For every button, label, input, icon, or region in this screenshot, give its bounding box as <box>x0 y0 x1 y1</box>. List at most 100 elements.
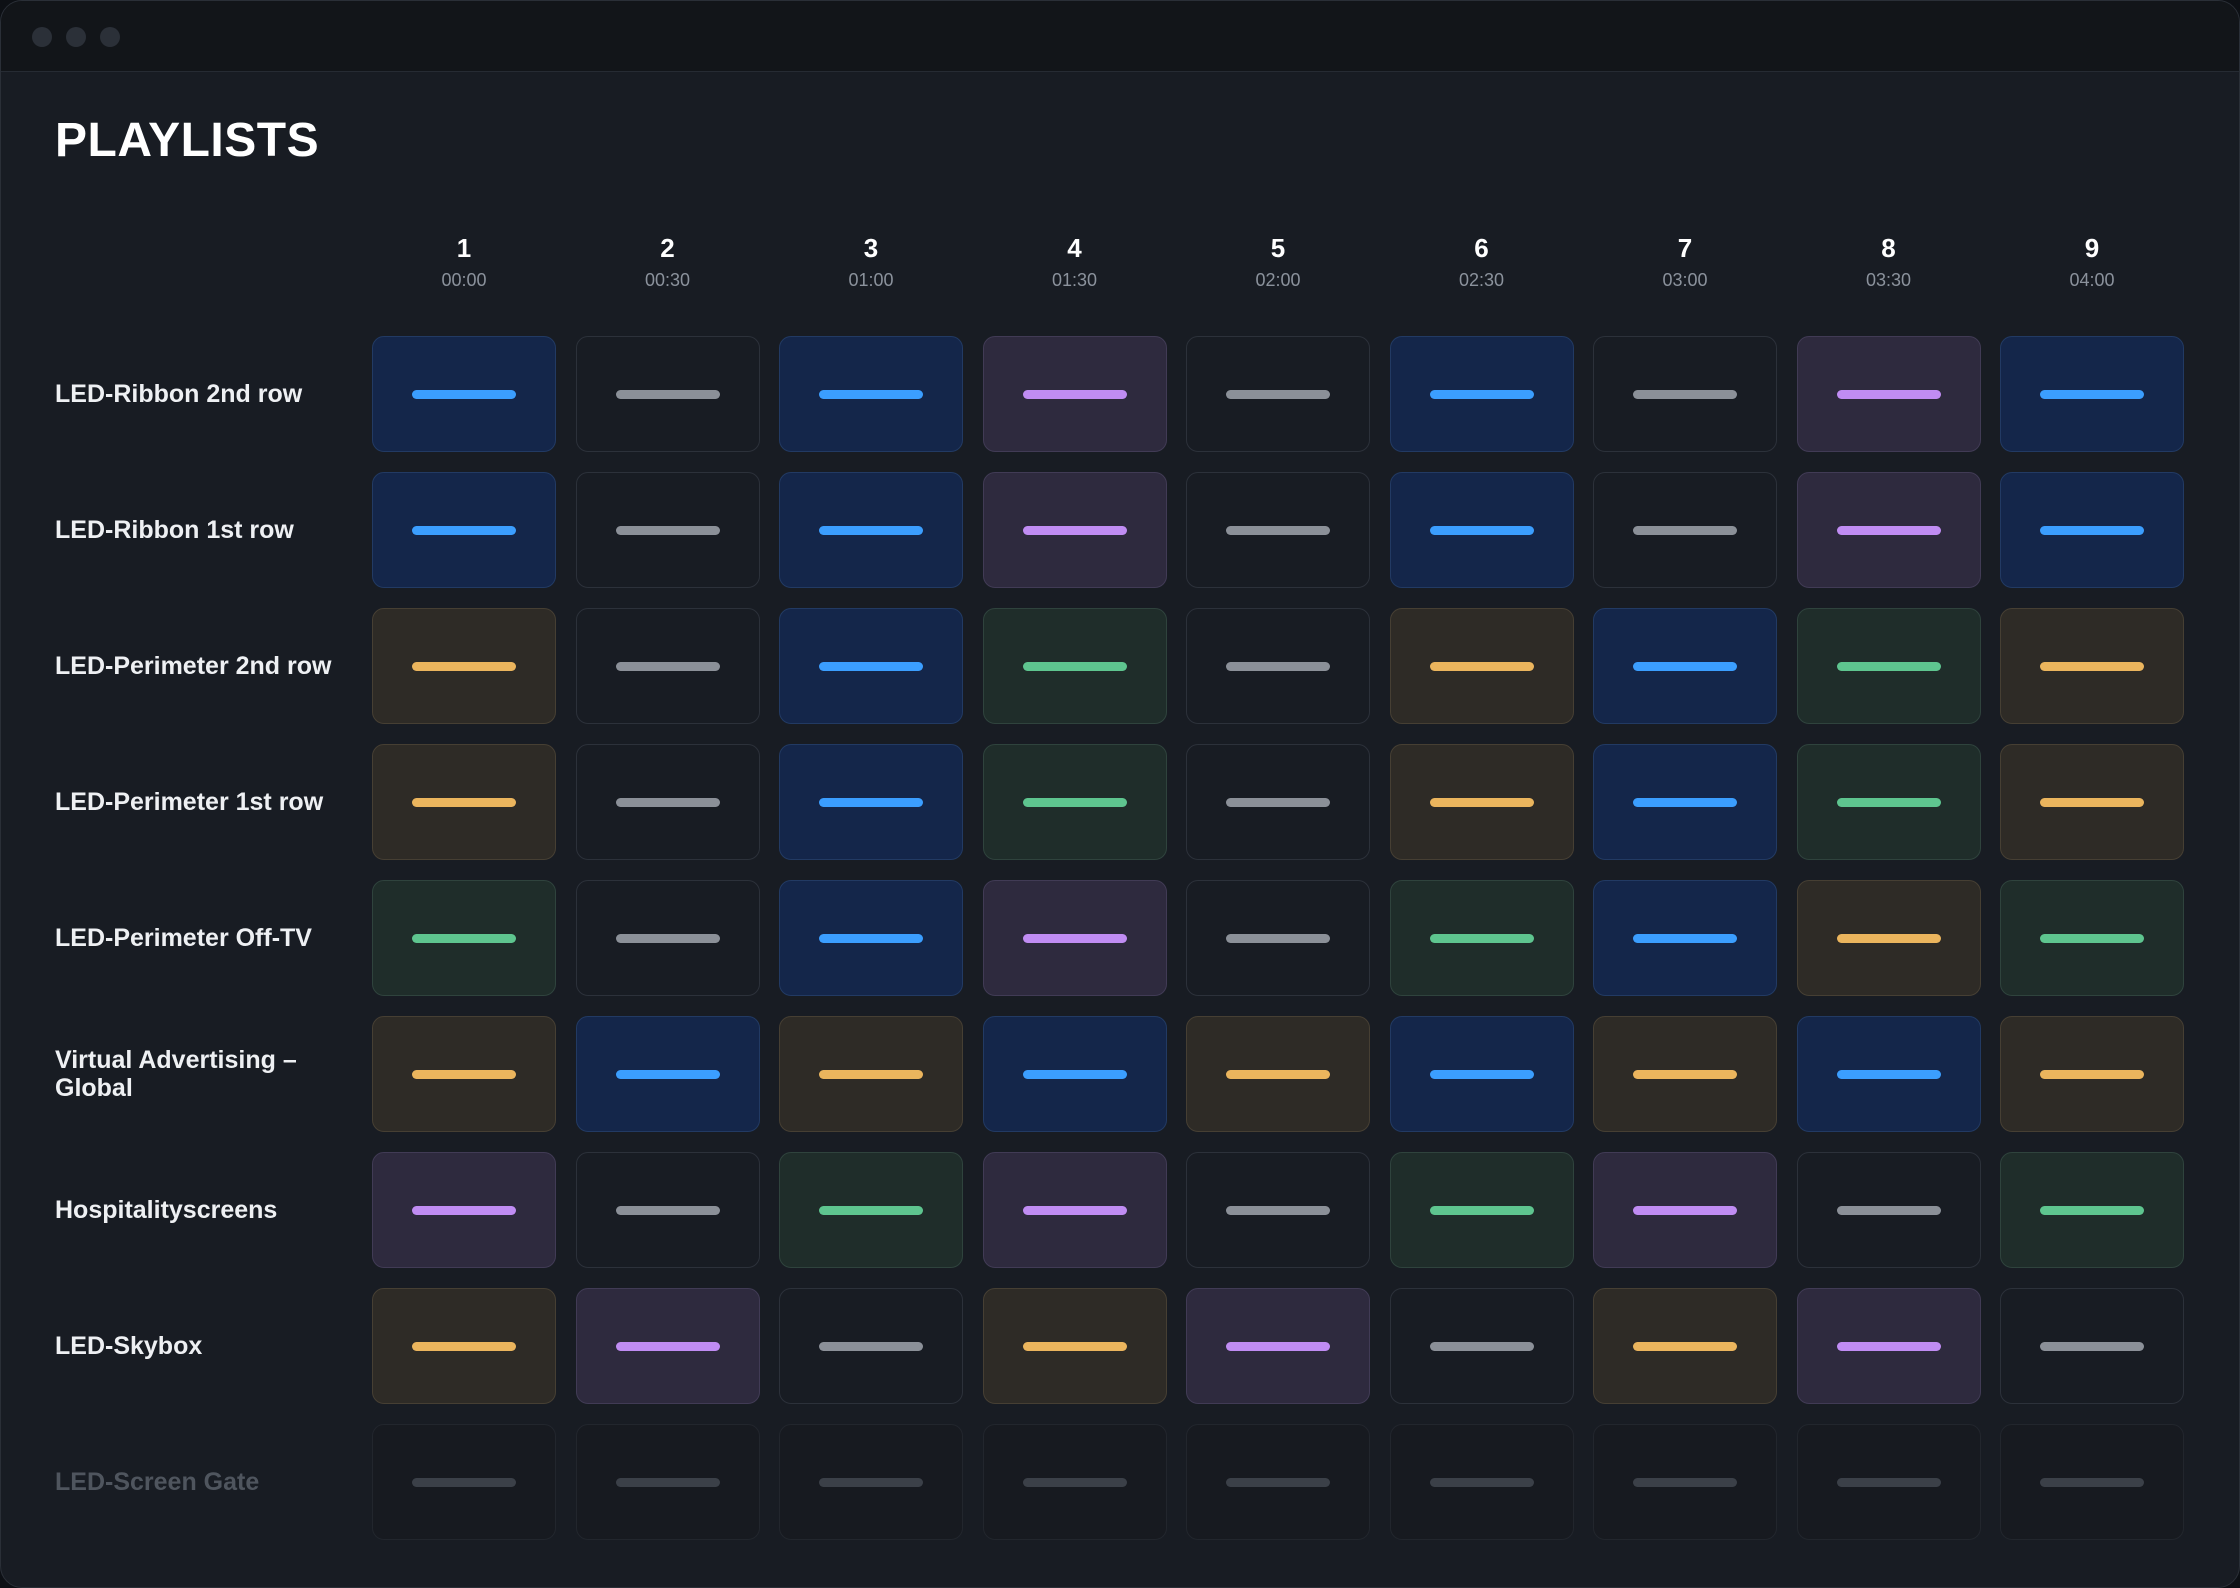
playlist-slot[interactable] <box>2000 1424 2184 1540</box>
playlist-slot[interactable] <box>1389 1016 1574 1132</box>
slot-indicator-bar <box>819 797 923 807</box>
playlist-slot[interactable] <box>982 1288 1167 1404</box>
zoom-window-dot[interactable] <box>100 27 120 47</box>
playlist-slot[interactable] <box>575 1016 760 1132</box>
slot-indicator-bar <box>1429 525 1534 535</box>
playlist-slot[interactable] <box>1593 472 1777 588</box>
playlist-slot[interactable] <box>779 1152 963 1268</box>
playlist-slot[interactable] <box>982 1016 1167 1132</box>
playlist-slot[interactable] <box>779 744 963 860</box>
playlist-slot[interactable] <box>575 1288 760 1404</box>
slot-indicator-bar <box>1022 389 1127 399</box>
playlist-slot[interactable] <box>982 608 1167 724</box>
playlist-slot[interactable] <box>1389 472 1574 588</box>
slot-indicator-bar <box>1633 1341 1737 1351</box>
playlist-slot[interactable] <box>1796 1288 1981 1404</box>
playlist-slot[interactable] <box>1593 336 1777 452</box>
playlist-slot[interactable] <box>1796 472 1981 588</box>
playlist-slot[interactable] <box>575 880 760 996</box>
slot-indicator-bar <box>412 389 516 399</box>
playlist-slot[interactable] <box>779 880 963 996</box>
playlist-slot[interactable] <box>779 608 963 724</box>
playlist-slot[interactable] <box>1186 1424 1370 1540</box>
playlist-slot[interactable] <box>1186 1016 1370 1132</box>
slot-indicator-bar <box>615 1069 720 1079</box>
playlist-slot[interactable] <box>2000 1288 2184 1404</box>
playlist-slot[interactable] <box>2000 1152 2184 1268</box>
column-number: 6 <box>1474 233 1489 263</box>
playlist-slot[interactable] <box>1389 1288 1574 1404</box>
playlist-slot[interactable] <box>779 472 963 588</box>
playlist-slot[interactable] <box>1593 1016 1777 1132</box>
playlist-slot[interactable] <box>372 1288 556 1404</box>
playlist-slot[interactable] <box>575 336 760 452</box>
playlist-slot[interactable] <box>982 336 1167 452</box>
playlist-slot[interactable] <box>372 744 556 860</box>
playlist-slot[interactable] <box>2000 744 2184 860</box>
playlist-slot[interactable] <box>1186 880 1370 996</box>
playlist-slot[interactable] <box>2000 336 2184 452</box>
playlist-slot[interactable] <box>779 336 963 452</box>
row-label: LED-Skybox <box>55 1332 203 1360</box>
playlist-slot[interactable] <box>1593 1152 1777 1268</box>
playlist-slot[interactable] <box>372 880 556 996</box>
slot-indicator-bar <box>1836 389 1941 399</box>
playlist-slot[interactable] <box>372 336 556 452</box>
slot-indicator-bar <box>2040 1069 2144 1079</box>
slot-indicator-bar <box>1022 525 1127 535</box>
playlist-slot[interactable] <box>1186 1288 1370 1404</box>
playlist-slot[interactable] <box>575 472 760 588</box>
playlist-slot[interactable] <box>1186 472 1370 588</box>
playlist-slot[interactable] <box>1593 1424 1777 1540</box>
playlist-slot[interactable] <box>1389 608 1574 724</box>
playlist-slot[interactable] <box>1389 880 1574 996</box>
column-header: 1 00:00 <box>371 233 557 291</box>
playlist-slot[interactable] <box>1593 608 1777 724</box>
playlist-slot[interactable] <box>1389 744 1574 860</box>
playlist-slot[interactable] <box>982 880 1167 996</box>
column-time: 03:00 <box>1662 270 1708 290</box>
slot-indicator-bar <box>1633 1205 1737 1215</box>
playlist-slot[interactable] <box>2000 1016 2184 1132</box>
playlist-slot[interactable] <box>779 1424 963 1540</box>
playlist-slot[interactable] <box>1796 608 1981 724</box>
playlist-slot[interactable] <box>372 1152 556 1268</box>
playlist-slot[interactable] <box>779 1016 963 1132</box>
playlist-slot[interactable] <box>1186 1152 1370 1268</box>
playlist-slot[interactable] <box>982 744 1167 860</box>
playlist-slot[interactable] <box>372 1016 556 1132</box>
playlist-slot[interactable] <box>1593 1288 1777 1404</box>
playlist-slot[interactable] <box>982 472 1167 588</box>
minimize-window-dot[interactable] <box>66 27 86 47</box>
slot-indicator-bar <box>412 1205 516 1215</box>
playlist-slot[interactable] <box>1186 336 1370 452</box>
playlist-slot[interactable] <box>1796 1152 1981 1268</box>
playlist-slot[interactable] <box>372 608 556 724</box>
playlist-slot[interactable] <box>1186 744 1370 860</box>
playlist-slot[interactable] <box>575 1424 760 1540</box>
playlist-slot[interactable] <box>575 608 760 724</box>
playlist-slot[interactable] <box>2000 472 2184 588</box>
playlist-slot[interactable] <box>1186 608 1370 724</box>
playlist-slot[interactable] <box>1796 1016 1981 1132</box>
close-window-dot[interactable] <box>32 27 52 47</box>
playlist-slot[interactable] <box>372 1424 556 1540</box>
playlist-slot[interactable] <box>1796 1424 1981 1540</box>
playlist-slot[interactable] <box>372 472 556 588</box>
playlist-slot[interactable] <box>1389 1424 1574 1540</box>
playlist-slot[interactable] <box>575 744 760 860</box>
playlist-slot[interactable] <box>575 1152 760 1268</box>
playlist-slot[interactable] <box>1796 336 1981 452</box>
playlist-slot[interactable] <box>1389 336 1574 452</box>
slot-indicator-bar <box>1429 1341 1534 1351</box>
playlist-slot[interactable] <box>1796 744 1981 860</box>
playlist-slot[interactable] <box>1593 744 1777 860</box>
playlist-slot[interactable] <box>982 1424 1167 1540</box>
playlist-slot[interactable] <box>982 1152 1167 1268</box>
playlist-slot[interactable] <box>779 1288 963 1404</box>
playlist-slot[interactable] <box>2000 608 2184 724</box>
playlist-slot[interactable] <box>2000 880 2184 996</box>
playlist-slot[interactable] <box>1796 880 1981 996</box>
playlist-slot[interactable] <box>1389 1152 1574 1268</box>
playlist-slot[interactable] <box>1593 880 1777 996</box>
